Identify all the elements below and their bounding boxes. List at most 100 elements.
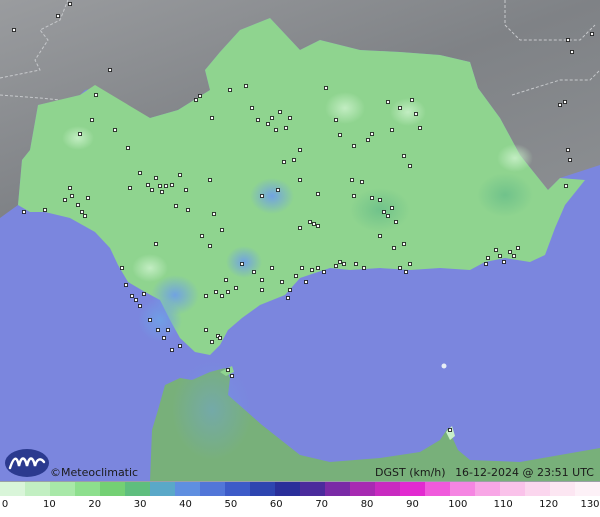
station-marker-icon: [414, 112, 418, 116]
station-marker-icon: [410, 98, 414, 102]
station-marker-icon: [138, 304, 142, 308]
scale-swatch: [525, 482, 550, 496]
credit-label: ©Meteoclimatic: [50, 466, 138, 479]
station-marker-icon: [90, 118, 94, 122]
station-marker-icon: [198, 94, 202, 98]
scale-swatch: [200, 482, 225, 496]
station-marker-icon: [184, 188, 188, 192]
station-marker-icon: [256, 118, 260, 122]
scale-swatch: [450, 482, 475, 496]
station-marker-icon: [220, 228, 224, 232]
station-marker-icon: [56, 14, 60, 18]
station-marker-icon: [252, 270, 256, 274]
station-marker-icon: [138, 171, 142, 175]
variable-label: DGST (km/h): [375, 466, 446, 479]
station-marker-icon: [386, 100, 390, 104]
station-marker-icon: [418, 126, 422, 130]
station-marker-icon: [280, 280, 284, 284]
station-marker-icon: [288, 116, 292, 120]
station-marker-icon: [350, 178, 354, 182]
color-scale-bar: [0, 481, 600, 496]
station-marker-icon: [282, 160, 286, 164]
station-marker-icon: [148, 318, 152, 322]
station-marker-icon: [270, 116, 274, 120]
scale-tick-label: 110: [493, 499, 513, 510]
station-marker-icon: [12, 28, 16, 32]
station-marker-icon: [43, 208, 47, 212]
station-marker-icon: [146, 183, 150, 187]
station-marker-icon: [244, 84, 248, 88]
scale-swatch: [550, 482, 575, 496]
station-marker-icon: [86, 196, 90, 200]
station-marker-icon: [154, 176, 158, 180]
station-marker-icon: [402, 242, 406, 246]
station-marker-icon: [502, 260, 506, 264]
station-marker-icon: [568, 158, 572, 162]
scale-swatch: [175, 482, 200, 496]
meteoclimatic-logo-icon: [5, 449, 49, 477]
station-marker-icon: [212, 212, 216, 216]
station-marker-icon: [342, 262, 346, 266]
station-marker-icon: [108, 68, 112, 72]
station-marker-icon: [398, 266, 402, 270]
station-marker-icon: [68, 2, 72, 6]
scale-swatch: [350, 482, 375, 496]
station-marker-icon: [210, 340, 214, 344]
station-marker-icon: [566, 38, 570, 42]
scale-swatch: [50, 482, 75, 496]
station-marker-icon: [113, 128, 117, 132]
station-marker-icon: [310, 268, 314, 272]
station-marker-icon: [230, 374, 234, 378]
station-marker-icon: [590, 32, 594, 36]
station-marker-icon: [498, 254, 502, 258]
station-marker-icon: [370, 196, 374, 200]
station-marker-icon: [308, 220, 312, 224]
station-marker-icon: [558, 103, 562, 107]
station-marker-icon: [286, 296, 290, 300]
station-marker-icon: [408, 262, 412, 266]
station-marker-icon: [300, 266, 304, 270]
scale-tick-label: 130: [580, 499, 600, 510]
scale-swatch: [100, 482, 125, 496]
station-marker-icon: [240, 262, 244, 266]
station-marker-icon: [484, 262, 488, 266]
scale-swatch: [300, 482, 325, 496]
scale-swatch: [325, 482, 350, 496]
station-marker-icon: [304, 280, 308, 284]
station-marker-icon: [204, 294, 208, 298]
scale-swatch: [75, 482, 100, 496]
station-marker-icon: [494, 248, 498, 252]
station-marker-icon: [292, 158, 296, 162]
station-marker-icon: [370, 132, 374, 136]
station-marker-icon: [338, 260, 342, 264]
station-marker-icon: [63, 198, 67, 202]
station-marker-icon: [316, 192, 320, 196]
station-marker-icon: [394, 220, 398, 224]
station-marker-icon: [284, 126, 288, 130]
alboran-island: [441, 363, 447, 369]
station-marker-icon: [390, 128, 394, 132]
station-marker-icon: [516, 246, 520, 250]
station-marker-icon: [83, 214, 87, 218]
scale-swatch: [125, 482, 150, 496]
station-marker-icon: [220, 294, 224, 298]
station-marker-icon: [390, 206, 394, 210]
station-marker-icon: [226, 290, 230, 294]
scale-tick-label: 40: [179, 499, 192, 510]
station-marker-icon: [194, 98, 198, 102]
station-marker-icon: [22, 210, 26, 214]
station-marker-icon: [154, 242, 158, 246]
station-marker-icon: [78, 132, 82, 136]
station-marker-icon: [162, 336, 166, 340]
station-marker-icon: [186, 208, 190, 212]
station-marker-icon: [226, 368, 230, 372]
station-marker-icon: [250, 106, 254, 110]
station-marker-icon: [124, 283, 128, 287]
scale-swatch: [225, 482, 250, 496]
station-marker-icon: [360, 180, 364, 184]
scale-tick-label: 80: [360, 499, 374, 510]
scale-swatch: [400, 482, 425, 496]
station-marker-icon: [94, 93, 98, 97]
station-marker-icon: [334, 264, 338, 268]
scale-tick-label: 50: [224, 499, 238, 510]
